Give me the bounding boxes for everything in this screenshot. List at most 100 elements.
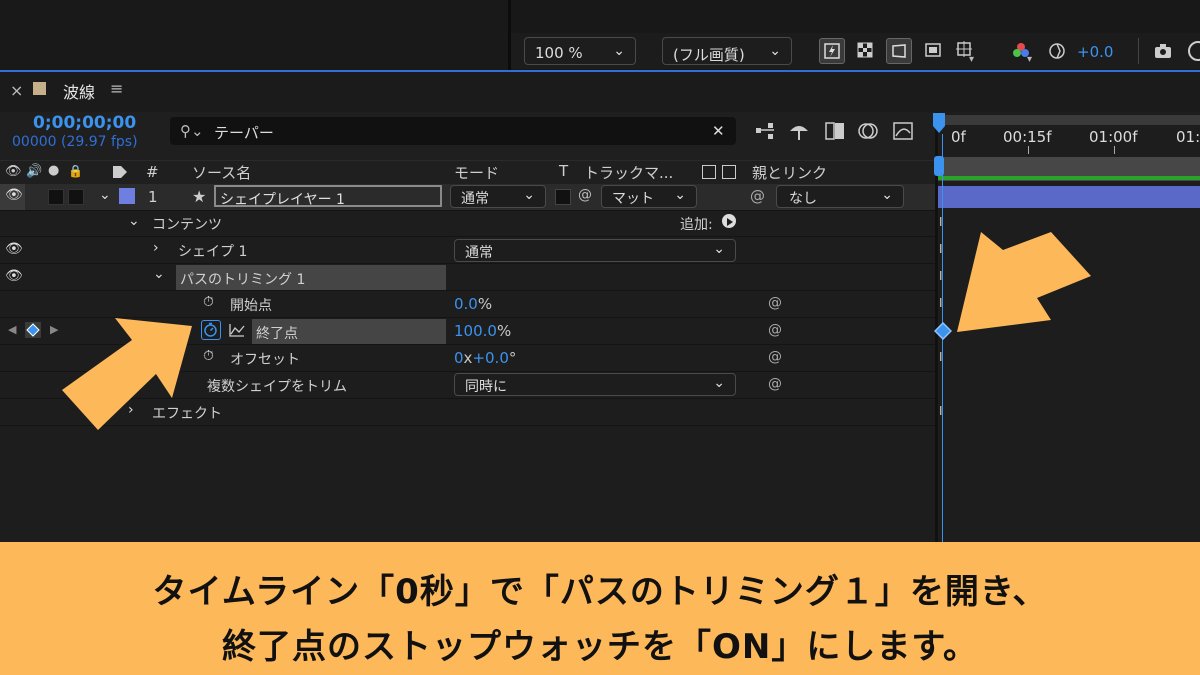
audio-header-icon[interactable]: 🔊 [26, 164, 42, 179]
exposure-reset-icon[interactable] [1046, 40, 1068, 62]
region-of-interest-icon[interactable] [921, 38, 947, 64]
offset-degrees[interactable]: +0.0 [472, 349, 508, 367]
parent-pickwhip-icon[interactable]: @ [750, 187, 765, 205]
track-matte-pickwhip-icon[interactable]: @ [578, 187, 592, 203]
start-value[interactable]: 0.0 [454, 295, 478, 313]
next-keyframe-icon[interactable]: ▶ [50, 323, 58, 336]
draft-3d-icon[interactable] [787, 119, 811, 143]
transparency-grid-icon[interactable] [853, 38, 879, 64]
column-track-matte[interactable]: トラックマ... [584, 162, 673, 183]
grid-guides-icon[interactable] [953, 38, 979, 64]
trim-multiple-label: 複数シェイプをトリム [207, 379, 347, 395]
track-matte-dropdown[interactable]: マット ⌄ [601, 185, 697, 208]
previous-keyframe-icon[interactable]: ◀ [8, 323, 16, 336]
lock-header-icon[interactable]: 🔒 [68, 164, 83, 178]
exposure-value[interactable]: +0.0 [1077, 43, 1113, 61]
eye-icon[interactable]: 👁 [5, 268, 23, 284]
offset-value-field[interactable]: 0x+0.0° [454, 349, 516, 367]
parent-dropdown[interactable]: なし ⌄ [776, 185, 904, 208]
panel-title[interactable]: 波線 [63, 79, 95, 103]
add-keyframe-button[interactable] [25, 322, 41, 338]
column-parent-link[interactable]: 親とリンク [752, 162, 827, 183]
label-header-icon[interactable] [112, 164, 128, 178]
end-unit: % [496, 322, 512, 340]
snapshot-camera-icon[interactable] [1153, 41, 1173, 61]
column-number[interactable]: # [146, 163, 159, 181]
ruler-label-1s: 01:00f [1089, 128, 1138, 146]
column-t[interactable]: T [559, 162, 568, 180]
panel-menu-icon[interactable]: ≡ [110, 79, 123, 98]
column-source-name[interactable]: ソース名 [192, 162, 251, 183]
eye-icon[interactable]: 👁 [5, 241, 23, 257]
show-snapshot-icon[interactable] [1184, 39, 1200, 63]
resolution-dropdown[interactable]: (フル画質) ⌄ [662, 37, 792, 65]
zoom-dropdown[interactable]: 100 % ⌄ [524, 37, 636, 65]
search-icon: ⚲⌄ [180, 122, 204, 140]
search-field[interactable]: ⚲⌄ テーパー ✕ [170, 117, 736, 145]
trim-multiple-dropdown[interactable]: 同時に ⌄ [454, 373, 736, 396]
graph-toggle-icon[interactable] [228, 322, 246, 338]
layer-duration-bar[interactable] [938, 186, 1200, 208]
trim-paths-row[interactable] [0, 264, 935, 291]
search-input[interactable]: テーパー [214, 122, 274, 143]
add-content-play-icon[interactable] [722, 214, 736, 228]
offset-degree-sign: ° [508, 349, 517, 367]
end-label: 終了点 [256, 326, 298, 342]
shape-group-name[interactable]: シェイプ 1 [178, 241, 247, 261]
matte-invert-header-icon[interactable] [702, 165, 716, 179]
playhead-handle[interactable] [932, 112, 946, 134]
graph-editor-icon[interactable] [891, 119, 915, 143]
work-area-bar[interactable] [938, 115, 1200, 125]
chevron-down-icon: ⌄ [713, 375, 725, 391]
end-value-field[interactable]: 100.0% [454, 322, 511, 340]
composition-mini-flowchart-icon[interactable] [754, 119, 778, 143]
contents-row[interactable] [0, 210, 935, 237]
end-value[interactable]: 100.0 [454, 322, 497, 340]
matte-type-header-icon[interactable] [722, 165, 736, 179]
solo-header-icon[interactable]: ● [48, 163, 59, 178]
shape-blend-mode-dropdown[interactable]: 通常 ⌄ [454, 239, 736, 262]
layer-mode-dropdown[interactable]: 通常 ⌄ [450, 185, 546, 208]
clear-search-icon[interactable]: ✕ [712, 122, 725, 140]
stopwatch-icon[interactable]: ⏱ [203, 294, 214, 310]
video-toggle[interactable]: 👁 [0, 184, 25, 210]
mask-visibility-icon[interactable] [886, 38, 912, 64]
offset-revolutions[interactable]: 0 [454, 349, 464, 367]
column-mode[interactable]: モード [454, 162, 499, 183]
resolution-value: (フル画質) [673, 46, 745, 64]
toolbar-separator [1138, 38, 1139, 64]
stopwatch-icon[interactable]: ⏱ [203, 348, 214, 364]
stopwatch-active-icon[interactable] [201, 320, 221, 340]
end-label-highlight[interactable]: 終了点 [252, 319, 446, 344]
preserve-transparency-checkbox[interactable] [555, 189, 571, 205]
motion-blur-icon[interactable] [856, 119, 880, 143]
close-tab-icon[interactable]: × [10, 81, 23, 100]
collapse-chevron-icon[interactable]: ⌄ [128, 213, 140, 229]
layer-index: 1 [148, 188, 158, 206]
frame-blending-icon[interactable] [823, 119, 847, 143]
shape-layer-star-icon: ★ [192, 187, 207, 206]
expression-pickwhip-icon[interactable]: @ [768, 322, 782, 338]
start-value-field[interactable]: 0.0% [454, 295, 492, 313]
expand-layer-chevron-icon[interactable]: ⌄ [99, 187, 111, 203]
render-bar [938, 176, 1200, 180]
chevron-down-icon: ▾ [1027, 54, 1033, 65]
video-toggle-header-icon[interactable]: 👁 [5, 164, 22, 179]
expression-pickwhip-icon[interactable]: @ [768, 376, 782, 392]
expand-chevron-icon[interactable]: › [153, 240, 159, 256]
collapse-chevron-icon[interactable]: ⌄ [153, 266, 165, 282]
end-keyframe-diamond[interactable] [933, 321, 953, 341]
current-time-display[interactable]: 0;00;00;00 [33, 113, 136, 133]
solo-checkbox[interactable] [48, 189, 64, 205]
layer-name-field[interactable]: シェイプレイヤー 1 [214, 185, 442, 208]
expression-pickwhip-icon[interactable]: @ [768, 349, 782, 365]
eye-icon: 👁 [5, 187, 23, 203]
keyframe-tick: I [939, 404, 943, 418]
label-color-swatch[interactable] [119, 188, 135, 204]
fast-preview-icon[interactable] [819, 38, 845, 64]
expression-pickwhip-icon[interactable]: @ [768, 295, 782, 311]
lock-checkbox[interactable] [68, 189, 84, 205]
time-ruler[interactable] [938, 125, 1200, 155]
trim-paths-name-highlight[interactable]: パスのトリミング 1 [176, 265, 446, 290]
composition-viewer-left [0, 0, 508, 70]
